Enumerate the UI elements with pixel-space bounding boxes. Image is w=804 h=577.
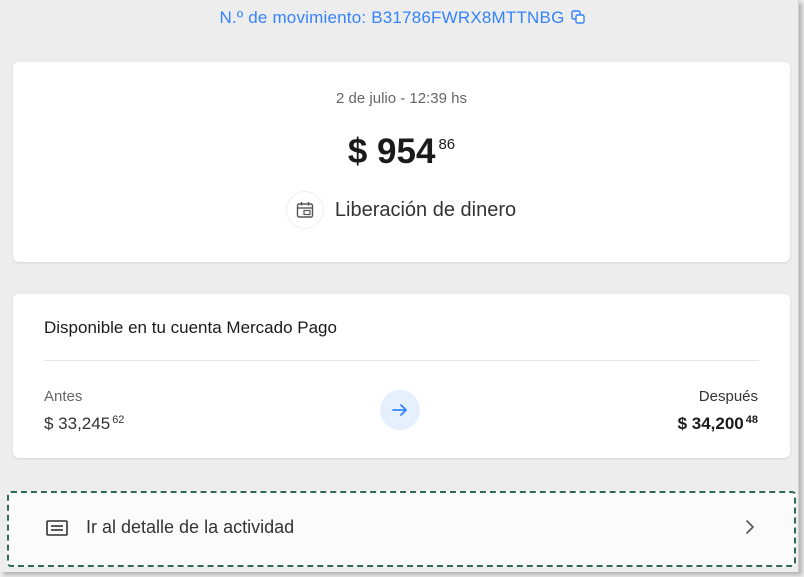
transaction-type-label: Liberación de dinero: [334, 198, 517, 221]
balance-title: Disponible en tu cuenta Mercado Pago: [44, 318, 337, 337]
balance-card: Disponible en tu cuenta Mercado Pago Ant…: [13, 294, 790, 458]
amount-main: $ 954: [347, 132, 436, 171]
activity-detail-link[interactable]: Ir al detalle de la actividad: [7, 491, 796, 567]
transaction-amount: $ 954 86: [13, 132, 790, 172]
after-label: Después: [698, 388, 758, 405]
amount-cents: 86: [438, 136, 456, 153]
summary-card: 2 de julio - 12:39 hs $ 954 86 Liberación…: [13, 62, 790, 262]
transaction-type: Liberación de dinero: [13, 192, 790, 228]
movement-number[interactable]: N.º de movimiento: B31786FWRX8MTTNBG: [0, 8, 804, 29]
before-value-main: $ 33,245: [44, 414, 111, 433]
before-value-cents: 62: [112, 414, 125, 426]
after-value-main: $ 34,200: [677, 414, 744, 433]
activity-detail-screen: N.º de movimiento: B31786FWRX8MTTNBG 2 d…: [0, 0, 799, 572]
calendar-money-icon: [286, 192, 323, 228]
after-balance: $ 34,200 48: [678, 414, 758, 434]
transaction-date: 2 de julio - 12:39 hs: [336, 90, 467, 107]
before-label: Antes: [44, 388, 83, 405]
arrow-right-icon: [380, 390, 420, 430]
activity-detail-label: Ir al detalle de la actividad: [86, 517, 295, 537]
movement-number-text: N.º de movimiento: B31786FWRX8MTTNBG: [219, 8, 565, 27]
chevron-right-icon: [744, 517, 756, 542]
after-value-cents: 48: [745, 414, 758, 426]
copy-icon[interactable]: [570, 9, 585, 29]
before-balance: $ 33,245 62: [44, 414, 124, 434]
divider: [44, 360, 759, 361]
receipt-icon: [46, 519, 68, 542]
